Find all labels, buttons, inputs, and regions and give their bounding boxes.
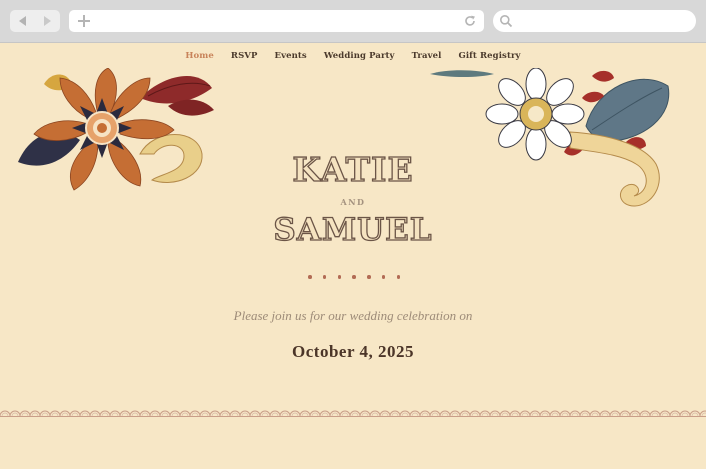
reload-icon[interactable] — [463, 14, 477, 28]
dot — [352, 275, 356, 279]
search-icon — [500, 15, 513, 28]
couple-name-second: SAMUEL — [273, 211, 433, 248]
decorative-dots — [308, 275, 400, 281]
plus-icon[interactable] — [77, 14, 91, 28]
footer-divider — [0, 416, 706, 417]
nav-gift-registry[interactable]: Gift Registry — [450, 46, 529, 66]
conjunction-text: AND — [340, 197, 366, 207]
address-bar[interactable] — [69, 10, 484, 32]
browser-toolbar — [0, 0, 706, 43]
dot — [367, 275, 371, 279]
invitation-text: Please join us for our wedding celebrati… — [233, 308, 473, 323]
wedding-date: October 4, 2025 — [292, 342, 414, 361]
dot — [337, 275, 341, 279]
nav-events[interactable]: Events — [266, 46, 315, 66]
dot — [396, 275, 400, 279]
nav-wedding-party[interactable]: Wedding Party — [315, 46, 403, 66]
floral-illustration-right — [430, 68, 670, 207]
nav-travel[interactable]: Travel — [403, 46, 450, 66]
back-arrow-icon[interactable] — [19, 16, 26, 26]
search-input[interactable] — [493, 10, 696, 32]
scalloped-border — [0, 403, 706, 417]
nav-rsvp[interactable]: RSVP — [222, 46, 266, 66]
dot — [322, 275, 327, 279]
couple-name-first: KATIE — [292, 149, 414, 189]
browser-window: Home RSVP Events Wedding Party Travel Gi… — [0, 0, 706, 469]
dot — [308, 275, 312, 279]
nav-home[interactable]: Home — [177, 46, 223, 66]
forward-arrow-icon[interactable] — [44, 16, 51, 26]
history-buttons — [10, 10, 60, 32]
site-navigation: Home RSVP Events Wedding Party Travel Gi… — [0, 46, 706, 66]
dot — [381, 275, 386, 279]
